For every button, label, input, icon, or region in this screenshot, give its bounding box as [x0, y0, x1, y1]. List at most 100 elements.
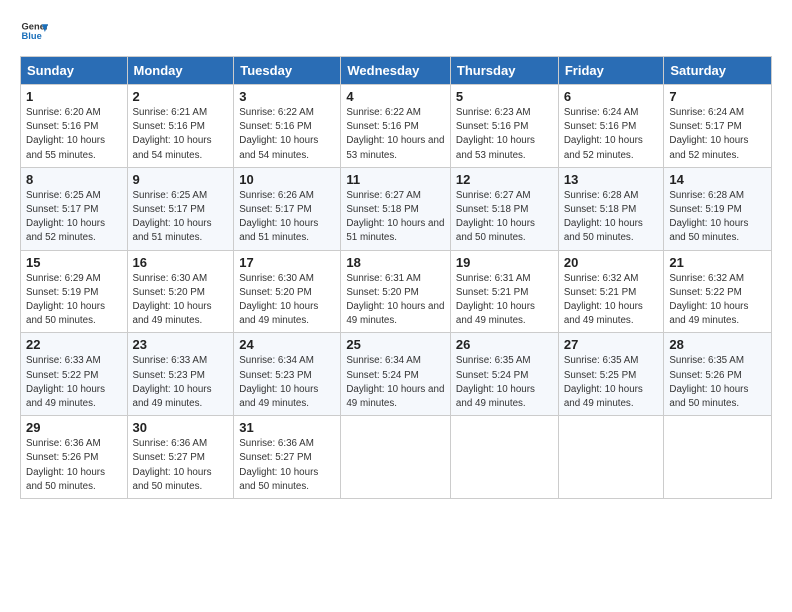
day-info: Sunrise: 6:28 AMSunset: 5:18 PMDaylight:… [564, 190, 643, 244]
day-info: Sunrise: 6:27 AMSunset: 5:18 PMDaylight:… [346, 190, 444, 244]
day-info: Sunrise: 6:33 AMSunset: 5:23 PMDaylight:… [133, 355, 212, 409]
day-info: Sunrise: 6:27 AMSunset: 5:18 PMDaylight:… [456, 190, 535, 244]
table-cell: 4 Sunrise: 6:22 AMSunset: 5:16 PMDayligh… [341, 85, 451, 168]
day-number: 1 [26, 89, 122, 104]
table-cell: 24 Sunrise: 6:34 AMSunset: 5:23 PMDaylig… [234, 333, 341, 416]
table-cell: 2 Sunrise: 6:21 AMSunset: 5:16 PMDayligh… [127, 85, 234, 168]
table-cell: 6 Sunrise: 6:24 AMSunset: 5:16 PMDayligh… [558, 85, 664, 168]
day-number: 17 [239, 255, 335, 270]
table-cell: 9 Sunrise: 6:25 AMSunset: 5:17 PMDayligh… [127, 167, 234, 250]
day-info: Sunrise: 6:28 AMSunset: 5:19 PMDaylight:… [669, 190, 748, 244]
table-cell [558, 416, 664, 499]
header-sunday: Sunday [21, 57, 128, 85]
day-number: 12 [456, 172, 553, 187]
table-cell: 13 Sunrise: 6:28 AMSunset: 5:18 PMDaylig… [558, 167, 664, 250]
day-number: 14 [669, 172, 766, 187]
table-cell: 29 Sunrise: 6:36 AMSunset: 5:26 PMDaylig… [21, 416, 128, 499]
day-info: Sunrise: 6:22 AMSunset: 5:16 PMDaylight:… [239, 107, 318, 161]
day-number: 24 [239, 337, 335, 352]
table-cell: 8 Sunrise: 6:25 AMSunset: 5:17 PMDayligh… [21, 167, 128, 250]
day-number: 22 [26, 337, 122, 352]
table-cell: 19 Sunrise: 6:31 AMSunset: 5:21 PMDaylig… [450, 250, 558, 333]
day-info: Sunrise: 6:34 AMSunset: 5:24 PMDaylight:… [346, 355, 444, 409]
day-number: 15 [26, 255, 122, 270]
page: General Blue Sunday Monday Tuesday Wedne… [0, 0, 792, 509]
svg-text:Blue: Blue [22, 31, 42, 41]
table-cell: 20 Sunrise: 6:32 AMSunset: 5:21 PMDaylig… [558, 250, 664, 333]
table-cell: 10 Sunrise: 6:26 AMSunset: 5:17 PMDaylig… [234, 167, 341, 250]
table-cell: 5 Sunrise: 6:23 AMSunset: 5:16 PMDayligh… [450, 85, 558, 168]
day-info: Sunrise: 6:22 AMSunset: 5:16 PMDaylight:… [346, 107, 444, 161]
table-cell: 12 Sunrise: 6:27 AMSunset: 5:18 PMDaylig… [450, 167, 558, 250]
header-friday: Friday [558, 57, 664, 85]
day-info: Sunrise: 6:29 AMSunset: 5:19 PMDaylight:… [26, 273, 105, 327]
table-cell: 17 Sunrise: 6:30 AMSunset: 5:20 PMDaylig… [234, 250, 341, 333]
table-cell: 22 Sunrise: 6:33 AMSunset: 5:22 PMDaylig… [21, 333, 128, 416]
day-info: Sunrise: 6:36 AMSunset: 5:27 PMDaylight:… [133, 438, 212, 492]
day-info: Sunrise: 6:33 AMSunset: 5:22 PMDaylight:… [26, 355, 105, 409]
table-cell: 18 Sunrise: 6:31 AMSunset: 5:20 PMDaylig… [341, 250, 451, 333]
day-number: 2 [133, 89, 229, 104]
header: General Blue [20, 18, 772, 46]
logo: General Blue [20, 18, 52, 46]
day-info: Sunrise: 6:31 AMSunset: 5:20 PMDaylight:… [346, 273, 444, 327]
table-cell [450, 416, 558, 499]
table-cell [341, 416, 451, 499]
day-info: Sunrise: 6:34 AMSunset: 5:23 PMDaylight:… [239, 355, 318, 409]
header-saturday: Saturday [664, 57, 772, 85]
day-number: 7 [669, 89, 766, 104]
header-thursday: Thursday [450, 57, 558, 85]
table-cell: 3 Sunrise: 6:22 AMSunset: 5:16 PMDayligh… [234, 85, 341, 168]
day-number: 9 [133, 172, 229, 187]
day-info: Sunrise: 6:32 AMSunset: 5:22 PMDaylight:… [669, 273, 748, 327]
table-cell: 26 Sunrise: 6:35 AMSunset: 5:24 PMDaylig… [450, 333, 558, 416]
day-number: 4 [346, 89, 445, 104]
table-cell: 1 Sunrise: 6:20 AMSunset: 5:16 PMDayligh… [21, 85, 128, 168]
day-number: 29 [26, 420, 122, 435]
day-info: Sunrise: 6:30 AMSunset: 5:20 PMDaylight:… [133, 273, 212, 327]
day-info: Sunrise: 6:32 AMSunset: 5:21 PMDaylight:… [564, 273, 643, 327]
day-info: Sunrise: 6:35 AMSunset: 5:25 PMDaylight:… [564, 355, 643, 409]
table-cell: 16 Sunrise: 6:30 AMSunset: 5:20 PMDaylig… [127, 250, 234, 333]
day-info: Sunrise: 6:24 AMSunset: 5:17 PMDaylight:… [669, 107, 748, 161]
day-info: Sunrise: 6:20 AMSunset: 5:16 PMDaylight:… [26, 107, 105, 161]
day-info: Sunrise: 6:35 AMSunset: 5:26 PMDaylight:… [669, 355, 748, 409]
table-cell: 11 Sunrise: 6:27 AMSunset: 5:18 PMDaylig… [341, 167, 451, 250]
logo-icon: General Blue [20, 18, 48, 46]
day-number: 8 [26, 172, 122, 187]
day-number: 13 [564, 172, 659, 187]
day-number: 11 [346, 172, 445, 187]
day-info: Sunrise: 6:36 AMSunset: 5:27 PMDaylight:… [239, 438, 318, 492]
day-number: 19 [456, 255, 553, 270]
day-number: 6 [564, 89, 659, 104]
day-number: 5 [456, 89, 553, 104]
day-info: Sunrise: 6:23 AMSunset: 5:16 PMDaylight:… [456, 107, 535, 161]
day-number: 26 [456, 337, 553, 352]
day-number: 27 [564, 337, 659, 352]
day-info: Sunrise: 6:30 AMSunset: 5:20 PMDaylight:… [239, 273, 318, 327]
header-monday: Monday [127, 57, 234, 85]
day-number: 21 [669, 255, 766, 270]
day-number: 28 [669, 337, 766, 352]
table-cell: 7 Sunrise: 6:24 AMSunset: 5:17 PMDayligh… [664, 85, 772, 168]
day-info: Sunrise: 6:21 AMSunset: 5:16 PMDaylight:… [133, 107, 212, 161]
day-number: 25 [346, 337, 445, 352]
table-cell: 23 Sunrise: 6:33 AMSunset: 5:23 PMDaylig… [127, 333, 234, 416]
table-cell: 30 Sunrise: 6:36 AMSunset: 5:27 PMDaylig… [127, 416, 234, 499]
day-info: Sunrise: 6:25 AMSunset: 5:17 PMDaylight:… [26, 190, 105, 244]
day-number: 31 [239, 420, 335, 435]
table-cell [664, 416, 772, 499]
day-info: Sunrise: 6:35 AMSunset: 5:24 PMDaylight:… [456, 355, 535, 409]
table-cell: 25 Sunrise: 6:34 AMSunset: 5:24 PMDaylig… [341, 333, 451, 416]
table-cell: 27 Sunrise: 6:35 AMSunset: 5:25 PMDaylig… [558, 333, 664, 416]
calendar-table: Sunday Monday Tuesday Wednesday Thursday… [20, 56, 772, 499]
day-number: 30 [133, 420, 229, 435]
day-info: Sunrise: 6:24 AMSunset: 5:16 PMDaylight:… [564, 107, 643, 161]
day-number: 3 [239, 89, 335, 104]
day-number: 16 [133, 255, 229, 270]
table-cell: 14 Sunrise: 6:28 AMSunset: 5:19 PMDaylig… [664, 167, 772, 250]
header-tuesday: Tuesday [234, 57, 341, 85]
day-info: Sunrise: 6:26 AMSunset: 5:17 PMDaylight:… [239, 190, 318, 244]
day-number: 20 [564, 255, 659, 270]
day-info: Sunrise: 6:31 AMSunset: 5:21 PMDaylight:… [456, 273, 535, 327]
